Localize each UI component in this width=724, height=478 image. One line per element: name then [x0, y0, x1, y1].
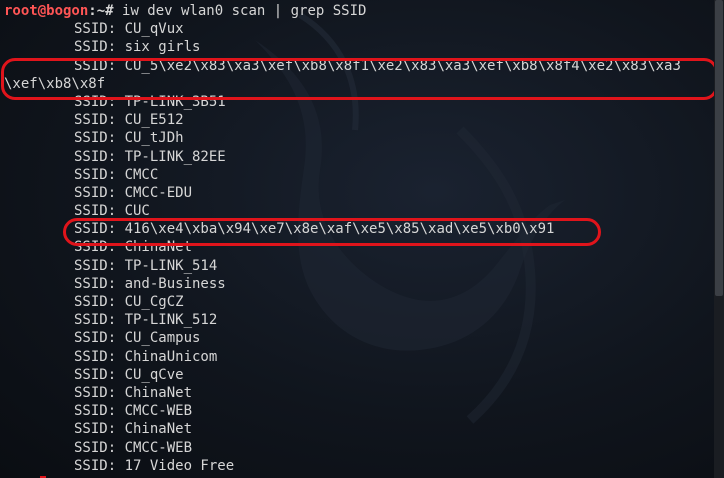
ssid-prefix: SSID: [74, 457, 125, 474]
ssid-line: SSID: CMCC-WEB [4, 402, 712, 420]
ssid-prefix: SSID: [74, 294, 125, 310]
ssid-value: CU_CgCZ [124, 294, 184, 310]
ssid-value: CMCC-WEB [124, 439, 193, 456]
ssid-value: ChinaNet [124, 421, 193, 438]
ssid-value: TP-LINK_514 [124, 257, 218, 274]
prompt-user: root@bogon [4, 3, 89, 19]
ssid-value: ChinaNet [124, 384, 193, 401]
ssid-line-highlighted: SSID: CU_5\xe2\x83\xa3\xef\xb8\x8f1\xe2\… [4, 57, 712, 75]
prompt-separator: :~# [88, 3, 123, 19]
ssid-prefix: SSID: [74, 221, 125, 238]
ssid-value: CMCC-EDU [124, 184, 193, 201]
ssid-line: SSID: CMCC [4, 166, 712, 184]
ssid-value: CMCC [124, 166, 159, 183]
ssid-prefix: SSID: [74, 21, 125, 38]
ssid-prefix: SSID: [74, 112, 125, 129]
ssid-value: ChinaNet [124, 239, 193, 256]
ssid-line: SSID: ChinaNet [4, 238, 712, 256]
ssid-value: CU_qVux [124, 21, 184, 38]
ssid-line: SSID: TP-LINK_514 [4, 257, 712, 275]
ssid-value: CUC [124, 203, 150, 220]
ssid-line: SSID: CU_qCve [4, 366, 712, 384]
ssid-prefix: SSID: [74, 403, 125, 420]
ssid-value: TP-LINK_82EE [124, 148, 226, 165]
ssid-line: SSID: CMCC-EDU [4, 184, 712, 202]
ssid-line-highlighted: SSID: 416\xe4\xba\x94\xe7\x8e\xaf\xe5\x8… [4, 220, 712, 238]
ssid-prefix: SSID: [74, 439, 125, 456]
ssid-line: SSID: CMCC-WEB [4, 439, 712, 457]
ssid-value: 416\xe4\xba\x94\xe7\x8e\xaf\xe5\x85\xad\… [124, 221, 555, 238]
ssid-prefix: SSID: [74, 130, 125, 147]
ssid-prefix: SSID: [74, 257, 125, 274]
ssid-prefix: SSID: [74, 203, 125, 220]
ssid-line-wrap: \xef\xb8\x8f [4, 75, 712, 93]
ssid-line: SSID: CU_CgCZ [4, 293, 712, 311]
ssid-line: SSID: 17 Video Free [4, 457, 712, 475]
scrollbar-thumb[interactable] [715, 0, 723, 296]
ssid-value: CU_Campus [124, 330, 201, 347]
ssid-prefix: SSID: [74, 184, 125, 201]
ssid-prefix: SSID: [74, 348, 125, 365]
ssid-line: SSID: CU_qVux [4, 20, 712, 38]
ssid-prefix: SSID: [74, 148, 125, 165]
command-line: root@bogon:~# iw dev wlan0 scan | grep S… [4, 2, 712, 20]
ssid-value: and-Business [124, 275, 226, 292]
terminal-window[interactable]: root@bogon:~# iw dev wlan0 scan | grep S… [0, 0, 724, 478]
ssid-value: CMCC-WEB [124, 403, 193, 420]
ssid-line: SSID: CUC [4, 202, 712, 220]
ssid-line: SSID: CU_Campus [4, 329, 712, 347]
ssid-value: TP-LINK_3B51 [124, 93, 226, 110]
ssid-line: SSID: ChinaNet [4, 384, 712, 402]
scrollbar-track[interactable] [714, 0, 724, 478]
ssid-prefix: SSID: [74, 166, 125, 183]
ssid-line: SSID: TP-LINK_3B51 [4, 93, 712, 111]
ssid-prefix: SSID: [74, 275, 125, 292]
ssid-value: CU_5\xe2\x83\xa3\xef\xb8\x8f1\xe2\x83\xa… [124, 57, 681, 74]
ssid-line: SSID: TP-LINK_512 [4, 311, 712, 329]
ssid-prefix: SSID: [74, 239, 125, 256]
ssid-value: 17 Video Free [124, 457, 235, 474]
ssid-prefix: SSID: [74, 312, 125, 329]
ssid-prefix: SSID: [74, 330, 125, 347]
ssid-prefix: SSID: [74, 384, 125, 401]
command-text: iw dev wlan0 scan | grep SSID [122, 3, 367, 19]
ssid-prefix: SSID: [74, 366, 125, 383]
ssid-line: SSID: CU_tJDh [4, 129, 712, 147]
ssid-value: TP-LINK_512 [124, 312, 218, 329]
ssid-value: CU_tJDh [124, 130, 184, 147]
ssid-value: CU_E512 [124, 112, 184, 129]
ssid-line: SSID: TP-LINK_82EE [4, 148, 712, 166]
ssid-line: SSID: ChinaUnicom [4, 348, 712, 366]
ssid-wrap-value: \xef\xb8\x8f [4, 75, 106, 92]
ssid-prefix: SSID: [74, 57, 125, 74]
ssid-prefix: SSID: [74, 421, 125, 438]
ssid-value: ChinaUnicom [124, 348, 218, 365]
ssid-value: CU_qCve [124, 366, 184, 383]
ssid-line: SSID: ChinaNet [4, 420, 712, 438]
ssid-value: six girls [124, 39, 201, 56]
ssid-prefix: SSID: [74, 39, 125, 56]
ssid-line: SSID: CU_E512 [4, 111, 712, 129]
ssid-prefix: SSID: [74, 93, 125, 110]
ssid-line: SSID: six girls [4, 38, 712, 56]
terminal-output: root@bogon:~# iw dev wlan0 scan | grep S… [4, 2, 712, 475]
ssid-line: SSID: and-Business [4, 275, 712, 293]
